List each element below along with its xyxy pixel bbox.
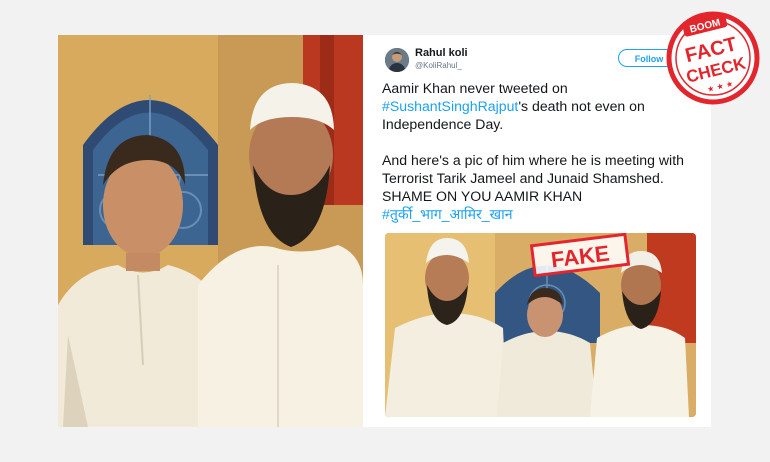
fact-check-badge-graphic: BOOM FACT CHECK ★ ★ ★ — [666, 11, 760, 105]
avatar[interactable] — [385, 48, 409, 72]
tweet-line-1: Aamir Khan never tweeted on — [382, 80, 568, 96]
tweet-line-3: Independence Day. — [382, 116, 504, 132]
tweet-card: Rahul koli @KoliRahul_ Follow Aamir Khan… — [363, 35, 711, 427]
user-handle[interactable]: @KoliRahul_ — [415, 61, 462, 70]
main-photo — [58, 35, 363, 427]
tweet-paragraph-2-text: And here's a pic of him where he is meet… — [382, 152, 684, 204]
avatar-image — [385, 48, 409, 72]
main-photo-illustration — [58, 35, 363, 427]
tweet-paragraph-1: Aamir Khan never tweeted on #SushantSing… — [382, 79, 707, 133]
tweet-line-2-rest: 's death not even on — [518, 98, 645, 114]
hashtag-hindi-link[interactable]: #तुर्की_भाग_आमिर_खान — [382, 206, 513, 222]
tweet-text: Aamir Khan never tweeted on #SushantSing… — [382, 79, 707, 223]
tweet-paragraph-2: And here's a pic of him where he is meet… — [382, 151, 707, 223]
tweet-attached-photo[interactable]: FAKE — [385, 233, 696, 417]
fact-check-badge: BOOM FACT CHECK ★ ★ ★ — [665, 10, 761, 106]
hashtag-sushant-link[interactable]: #SushantSinghRajput — [382, 98, 518, 114]
user-display-name[interactable]: Rahul koli — [415, 47, 468, 59]
